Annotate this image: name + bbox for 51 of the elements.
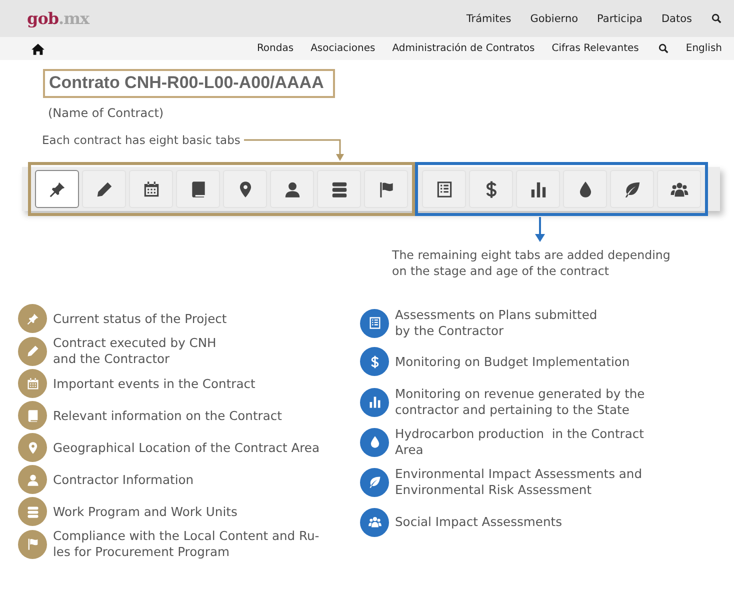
pencil-icon (26, 344, 40, 358)
flag-icon (26, 537, 40, 551)
server-icon (26, 504, 40, 518)
pushpin-icon (26, 312, 40, 326)
bar-chart-icon (368, 395, 382, 409)
legend-text: Contract executed by CNH and the Contractor (53, 335, 216, 367)
legend-text: Current status of the Project (53, 310, 227, 326)
pushpin-icon (48, 180, 66, 198)
list-icon (368, 316, 382, 330)
home-icon[interactable] (31, 42, 45, 56)
legend-text: Geographical Location of the Contract Area (53, 440, 320, 456)
legend-text: Compliance with the Local Content and Ru- les for Procurement Program (53, 528, 320, 560)
legend-text: Monitoring on revenue generated by the contractor and pertaining to the State (395, 386, 645, 418)
legend-text: Important events in the Contract (53, 376, 256, 392)
language-link[interactable]: English (686, 43, 722, 54)
legend-text: Environmental Impact Assessments and Environmental Risk Assessment (395, 466, 642, 498)
annotation-text: Each contract has eight basic tabs (42, 133, 240, 147)
top-nav-link[interactable]: Datos (661, 12, 692, 24)
pencil-icon (94, 180, 114, 198)
calendar-icon (142, 180, 160, 198)
contract-title: Contrato CNH-R00-L00-A00/AAAA (43, 69, 335, 98)
top-nav-link[interactable]: Trámites (466, 12, 512, 24)
tab[interactable] (35, 170, 79, 208)
list-icon (434, 180, 454, 198)
leaf-icon (368, 475, 382, 489)
top-nav-link[interactable]: Participa (597, 12, 642, 24)
nav-link[interactable]: Cifras Relevantes (552, 43, 639, 54)
legend-text: Work Program and Work Units (53, 504, 238, 520)
search-icon[interactable] (711, 13, 722, 24)
legend-text: Contractor Information (53, 472, 194, 488)
legend-text: Social Impact Assessments (395, 514, 562, 530)
annotation-text: The remaining eight tabs are added depending on the stage and age of the contract (392, 247, 672, 279)
legend-text: Assessments on Plans submitted by the Contractor (395, 307, 598, 339)
people-icon (368, 515, 382, 529)
legend-text: Monitoring on Budget Implementation (395, 354, 630, 370)
search-icon[interactable] (658, 43, 669, 54)
nav-link[interactable]: Administración de Contratos (392, 43, 535, 54)
person-icon (26, 472, 40, 486)
bar-chart-icon (528, 180, 548, 198)
person-icon (282, 180, 302, 198)
nav-link[interactable]: Rondas (256, 43, 294, 54)
top-nav-link[interactable]: Gobierno (530, 12, 578, 24)
legend-text: Relevant information on the Contract (53, 408, 282, 424)
legend-text: Hydrocarbon production in the Contract Area (395, 426, 644, 458)
nav-link[interactable]: Asociaciones (310, 43, 376, 54)
leaf-icon (622, 180, 642, 198)
contract-name-hint: (Name of Contract) (48, 106, 165, 120)
book-icon (26, 408, 40, 422)
server-icon (330, 180, 348, 198)
calendar-icon (26, 376, 40, 390)
site-logo[interactable]: gob.mx (27, 9, 90, 28)
